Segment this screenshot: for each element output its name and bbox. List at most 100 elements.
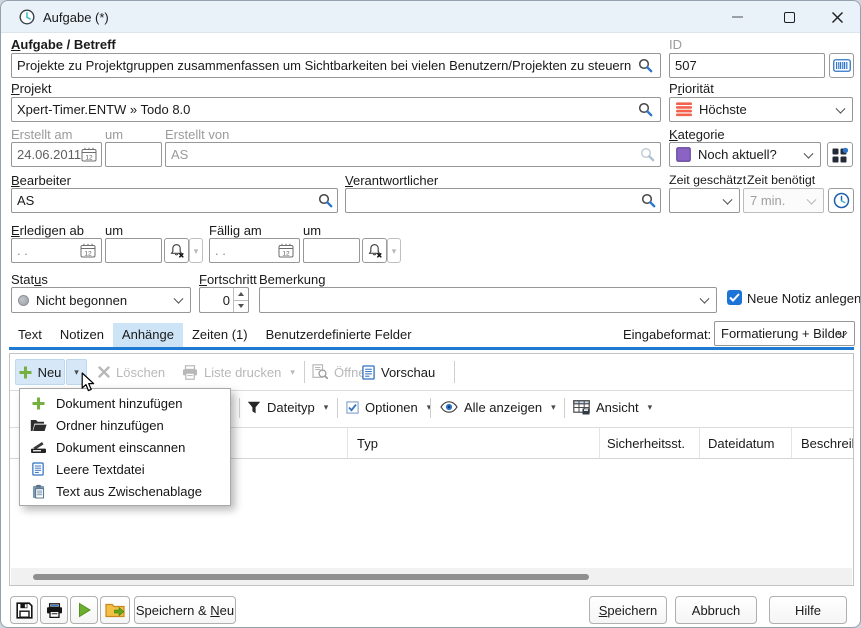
hilfe-button[interactable]: Hilfe	[769, 596, 847, 624]
chevron-down-icon	[807, 194, 817, 204]
delete-x-icon	[98, 366, 110, 378]
um-faellig-input[interactable]	[303, 238, 360, 263]
horizontal-scrollbar[interactable]	[11, 568, 852, 585]
maximize-button[interactable]	[765, 1, 813, 33]
abbruch-button[interactable]: Abbruch	[675, 596, 757, 624]
eingabeformat-select[interactable]: Formatierung + Bilder	[714, 321, 855, 346]
zeit-benoetigt-select: 7 min.	[743, 188, 824, 213]
column-separator	[699, 428, 700, 458]
faellig-am-label: Fällig am	[209, 223, 262, 238]
toolbar-separator	[304, 361, 305, 383]
erledigen-ab-label: Erledigen ab	[11, 223, 84, 238]
print-icon-button[interactable]	[40, 596, 68, 624]
reminder-off-bell-icon[interactable]	[362, 238, 387, 263]
close-button[interactable]	[813, 1, 861, 33]
save-icon-button[interactable]	[10, 596, 38, 624]
calendar-icon[interactable]	[278, 243, 294, 258]
tab-notizen[interactable]: Notizen	[51, 323, 113, 347]
zeit-geschaetzt-select[interactable]	[669, 188, 740, 213]
column-header-sicherheitsst[interactable]: Sicherheitsst.	[607, 436, 685, 451]
search-icon[interactable]	[641, 193, 656, 208]
eingabeformat-value: Formatierung + Bilder	[721, 326, 846, 341]
folder-icon	[29, 419, 47, 432]
tab-text[interactable]: Text	[9, 323, 51, 347]
neue-notiz-checkbox[interactable]	[727, 290, 742, 305]
column-header-typ[interactable]: Typ	[357, 436, 378, 451]
erstellt-von-field	[165, 142, 661, 167]
calendar-icon[interactable]	[80, 243, 96, 258]
filter-funnel-icon	[247, 401, 261, 414]
liste-drucken-button: Liste drucken ▾	[182, 359, 295, 385]
reminder-dropdown-button[interactable]: ▾	[189, 238, 203, 263]
faellig-am-date-field[interactable]: . .	[209, 238, 300, 263]
preview-document-icon	[362, 365, 375, 380]
bemerkung-combo[interactable]	[259, 287, 717, 313]
verantwortlicher-label: Verantwortlicher	[345, 173, 438, 188]
fortschritt-label: Fortschritt	[199, 272, 257, 287]
menu-item-dokument-hinzufuegen[interactable]: Dokument hinzufügen	[20, 392, 230, 414]
status-not-started-icon	[18, 295, 29, 306]
checkbox-icon	[346, 401, 359, 414]
bearbeiter-input[interactable]	[11, 188, 338, 213]
optionen-button[interactable]: Optionen ▾	[346, 395, 431, 419]
bemerkung-label: Bemerkung	[259, 272, 325, 287]
um-erledigen-label: um	[105, 223, 123, 238]
start-timer-icon-button[interactable]	[70, 596, 98, 624]
erledigen-ab-date-field[interactable]: . .	[11, 238, 102, 263]
search-icon[interactable]	[638, 58, 653, 73]
menu-item-text-aus-zwischenablage[interactable]: Text aus Zwischenablage	[20, 480, 230, 502]
barcode-button[interactable]	[829, 53, 854, 78]
speichern-und-neu-button[interactable]: Speichern & Neu	[134, 596, 236, 624]
column-header-beschreibung[interactable]: Beschreibung	[801, 436, 854, 451]
erstellt-am-field: 24.06.2011	[11, 142, 102, 167]
minimize-button[interactable]	[713, 1, 761, 33]
toolbar-separator	[454, 361, 455, 383]
verantwortlicher-input[interactable]	[345, 188, 661, 213]
task-dialog-window: Aufgabe (*) Aufgabe / Betreff ID Projekt…	[0, 0, 861, 628]
search-icon[interactable]	[638, 102, 653, 117]
scanner-icon	[29, 441, 47, 454]
alle-anzeigen-button[interactable]: Alle anzeigen ▾	[440, 395, 556, 419]
aufgabe-betreff-input[interactable]	[11, 53, 661, 78]
table-view-icon	[573, 400, 590, 415]
menu-item-leere-textdatei[interactable]: Leere Textdatei	[20, 458, 230, 480]
reminder-off-bell-icon[interactable]	[164, 238, 189, 263]
prioritaet-select[interactable]: Höchste	[669, 97, 853, 122]
kategorie-select[interactable]: Noch aktuell?	[669, 142, 821, 167]
tab-accent-line	[9, 347, 854, 350]
tab-zeiten[interactable]: Zeiten (1)	[183, 323, 257, 347]
um-erledigen-input[interactable]	[105, 238, 162, 263]
dateityp-filter-button[interactable]: Dateityp ▾	[247, 395, 328, 419]
dropdown-arrow-icon: ▾	[324, 402, 329, 413]
chevron-down-icon	[700, 294, 710, 304]
search-icon[interactable]	[318, 193, 333, 208]
um-erstellt-label: um	[105, 127, 123, 142]
scrollbar-thumb[interactable]	[33, 574, 589, 580]
spin-up-button[interactable]	[234, 288, 248, 301]
neue-notiz-label: Neue Notiz anlegen	[747, 291, 861, 306]
column-header-dateidatum[interactable]: Dateidatum	[708, 436, 774, 451]
time-tracking-button[interactable]	[828, 188, 854, 213]
export-folder-icon-button[interactable]	[100, 596, 130, 624]
category-manager-button[interactable]	[827, 142, 853, 167]
tab-anhaenge[interactable]: Anhänge	[113, 323, 183, 347]
reminder-dropdown-button[interactable]: ▾	[387, 238, 401, 263]
projekt-input[interactable]	[11, 97, 661, 122]
erstellt-am-value: 24.06.2011	[17, 147, 81, 162]
menu-item-dokument-einscannen[interactable]: Dokument einscannen	[20, 436, 230, 458]
fortschritt-spinner[interactable]: 0	[199, 287, 249, 313]
menu-item-ordner-hinzufuegen[interactable]: Ordner hinzufügen	[20, 414, 230, 436]
text-file-icon	[29, 462, 47, 476]
priority-highest-icon	[676, 102, 692, 117]
neu-button[interactable]: Neu	[15, 359, 65, 385]
status-select[interactable]: Nicht begonnen	[11, 287, 191, 313]
id-input[interactable]	[669, 53, 825, 78]
chevron-down-icon	[723, 194, 733, 204]
speichern-button[interactable]: Speichern	[589, 596, 667, 624]
tab-benutzerdefinierte-felder[interactable]: Benutzerdefinierte Felder	[257, 323, 421, 347]
vorschau-button[interactable]: Vorschau	[362, 359, 435, 385]
spin-down-button[interactable]	[234, 301, 248, 313]
title-bar: Aufgabe (*)	[1, 1, 860, 33]
ansicht-button[interactable]: Ansicht ▾	[573, 395, 652, 419]
calendar-icon	[81, 147, 97, 162]
